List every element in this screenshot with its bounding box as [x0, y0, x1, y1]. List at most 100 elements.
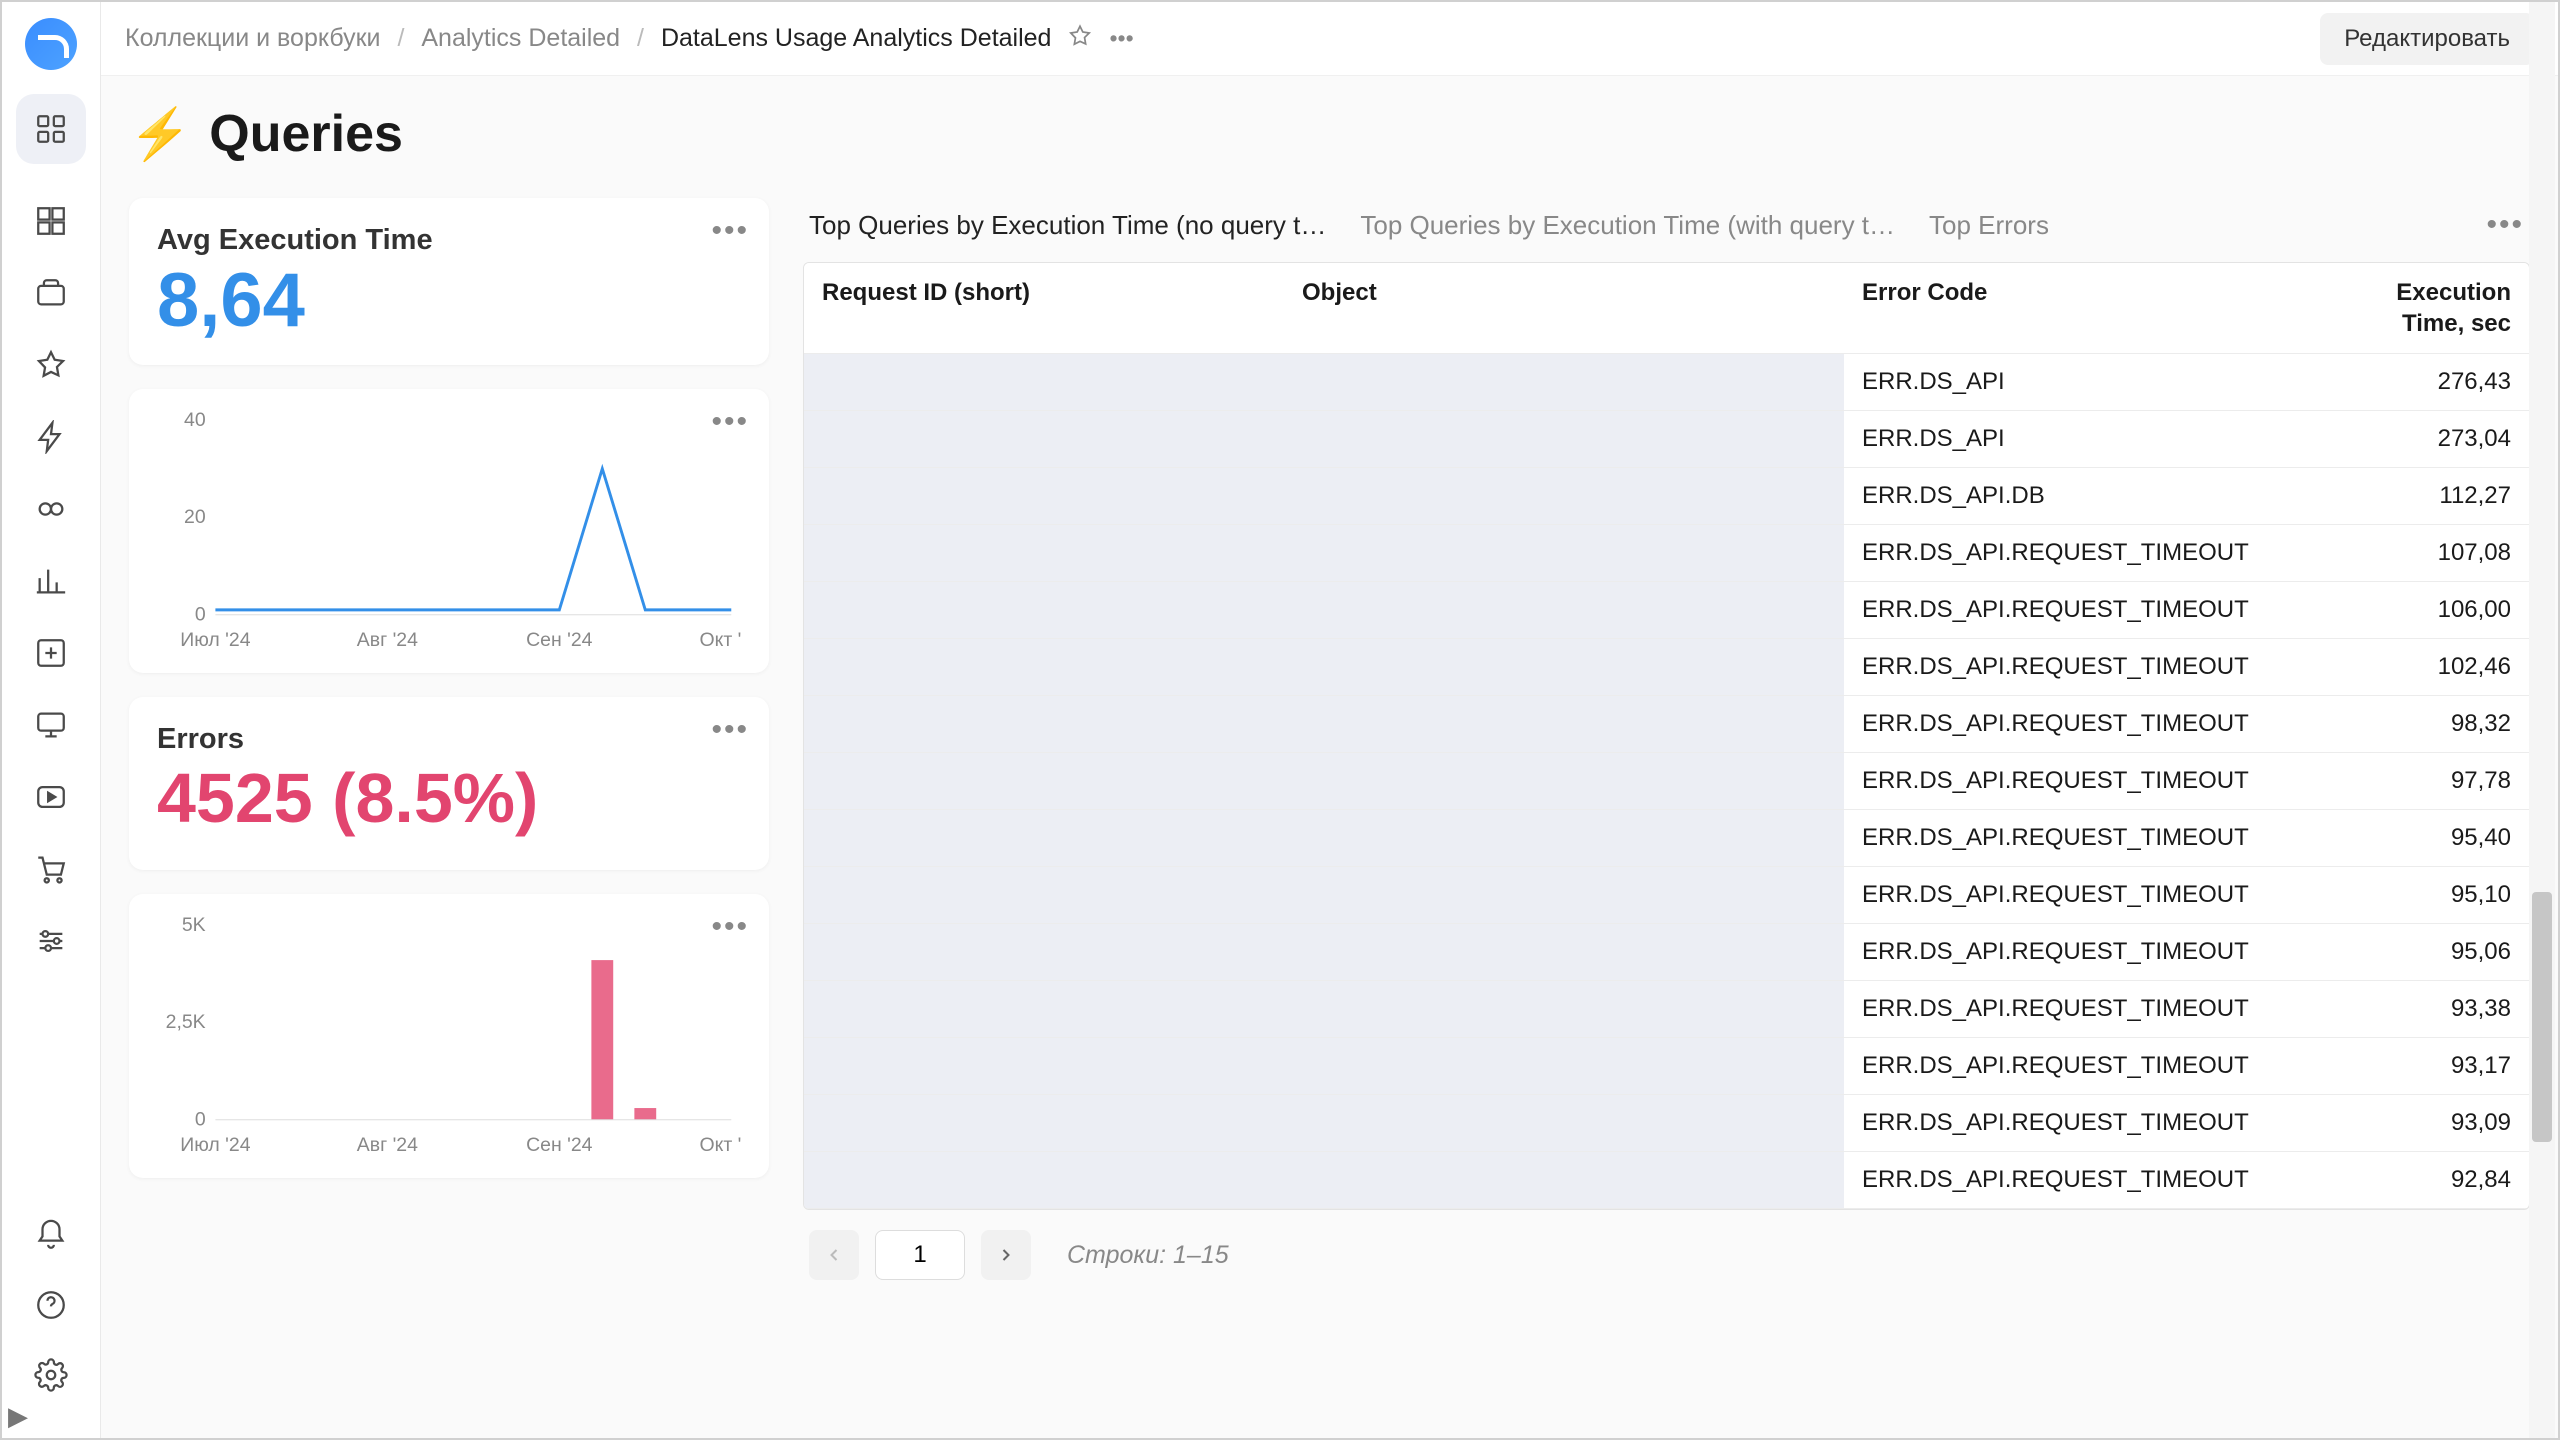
cell-exec-time: 95,06: [2339, 924, 2529, 981]
pager: Строки: 1–15: [803, 1210, 2530, 1280]
th-exec-time[interactable]: Execution Time, sec: [2339, 263, 2529, 354]
breadcrumb-mid[interactable]: Analytics Detailed: [421, 24, 620, 52]
nav-dashboards-icon[interactable]: [26, 196, 76, 246]
cell-error-code: ERR.DS_API.DB: [1844, 468, 2339, 525]
cell-error-code: ERR.DS_API.REQUEST_TIMEOUT: [1844, 924, 2339, 981]
table-row[interactable]: ERR.DS_API.REQUEST_TIMEOUT106,00: [804, 582, 2529, 639]
favorite-star-icon[interactable]: [1067, 23, 1093, 55]
cell-object: [1284, 696, 1844, 753]
cell-exec-time: 98,32: [2339, 696, 2529, 753]
cell-request-id: [804, 924, 1284, 981]
queries-table: Request ID (short) Object Error Code Exe…: [803, 262, 2530, 1210]
cell-object: [1284, 1038, 1844, 1095]
nav-collections-icon[interactable]: [26, 268, 76, 318]
nav-help-icon[interactable]: [26, 1280, 76, 1330]
cell-error-code: ERR.DS_API.REQUEST_TIMEOUT: [1844, 1038, 2339, 1095]
nav-queries-icon[interactable]: [26, 412, 76, 462]
svg-text:2,5K: 2,5K: [166, 1011, 206, 1033]
tab-top-queries-no-query[interactable]: Top Queries by Execution Time (no query …: [809, 210, 1326, 241]
cell-exec-time: 95,10: [2339, 867, 2529, 924]
cell-object: [1284, 867, 1844, 924]
th-object[interactable]: Object: [1284, 263, 1844, 354]
play-corner-icon[interactable]: ▶: [8, 1401, 28, 1432]
svg-text:20: 20: [184, 506, 206, 528]
svg-text:Окт '24: Окт '24: [700, 629, 741, 651]
tabs-more-icon[interactable]: •••: [2486, 208, 2524, 242]
pager-prev-button[interactable]: [809, 1230, 859, 1280]
cell-exec-time: 95,40: [2339, 810, 2529, 867]
svg-text:0: 0: [195, 1108, 206, 1130]
th-request-id[interactable]: Request ID (short): [804, 263, 1284, 354]
logo-icon[interactable]: [25, 18, 77, 70]
cell-error-code: ERR.DS_API.REQUEST_TIMEOUT: [1844, 867, 2339, 924]
pager-page-input[interactable]: [875, 1230, 965, 1280]
svg-text:40: 40: [184, 409, 206, 431]
nav-notifications-icon[interactable]: [26, 1210, 76, 1260]
line-chart-avg-exec: 02040Июл '24Авг '24Сен '24Окт '24: [157, 407, 741, 657]
cell-request-id: [804, 867, 1284, 924]
svg-text:Авг '24: Авг '24: [357, 629, 418, 651]
tab-top-queries-with-query[interactable]: Top Queries by Execution Time (with quer…: [1360, 210, 1895, 241]
table-row[interactable]: ERR.DS_API.REQUEST_TIMEOUT95,06: [804, 924, 2529, 981]
cell-object: [1284, 468, 1844, 525]
table-row[interactable]: ERR.DS_API.REQUEST_TIMEOUT93,17: [804, 1038, 2529, 1095]
cell-error-code: ERR.DS_API.REQUEST_TIMEOUT: [1844, 810, 2339, 867]
nav-cart-icon[interactable]: [26, 844, 76, 894]
table-row[interactable]: ERR.DS_API.REQUEST_TIMEOUT93,38: [804, 981, 2529, 1038]
tab-top-errors[interactable]: Top Errors: [1929, 210, 2049, 241]
table-row[interactable]: ERR.DS_API.REQUEST_TIMEOUT102,46: [804, 639, 2529, 696]
card-menu-icon[interactable]: •••: [711, 713, 749, 747]
table-row[interactable]: ERR.DS_API276,43: [804, 354, 2529, 411]
table-row[interactable]: ERR.DS_API.REQUEST_TIMEOUT107,08: [804, 525, 2529, 582]
svg-text:5K: 5K: [182, 913, 206, 935]
cell-request-id: [804, 981, 1284, 1038]
edit-button[interactable]: Редактировать: [2320, 13, 2534, 65]
cell-exec-time: 93,17: [2339, 1038, 2529, 1095]
table-row[interactable]: ERR.DS_API.REQUEST_TIMEOUT98,32: [804, 696, 2529, 753]
cell-object: [1284, 981, 1844, 1038]
table-row[interactable]: ERR.DS_API.REQUEST_TIMEOUT95,40: [804, 810, 2529, 867]
page-more-icon[interactable]: •••: [1109, 25, 1133, 52]
apps-menu-button[interactable]: [16, 94, 86, 164]
topbar: Коллекции и воркбуки / Analytics Detaile…: [101, 2, 2558, 76]
table-row[interactable]: ERR.DS_API.REQUEST_TIMEOUT95,10: [804, 867, 2529, 924]
cell-exec-time: 276,43: [2339, 354, 2529, 411]
nav-charts-icon[interactable]: [26, 556, 76, 606]
table-row[interactable]: ERR.DS_API.REQUEST_TIMEOUT92,84: [804, 1152, 2529, 1209]
nav-favorites-icon[interactable]: [26, 340, 76, 390]
cell-exec-time: 106,00: [2339, 582, 2529, 639]
cell-object: [1284, 1095, 1844, 1152]
nav-connections-icon[interactable]: [26, 484, 76, 534]
card-menu-icon[interactable]: •••: [711, 405, 749, 439]
table-row[interactable]: ERR.DS_API.REQUEST_TIMEOUT97,78: [804, 753, 2529, 810]
cell-object: [1284, 639, 1844, 696]
breadcrumb: Коллекции и воркбуки / Analytics Detaile…: [125, 24, 1051, 53]
breadcrumb-current: DataLens Usage Analytics Detailed: [661, 24, 1052, 52]
table-row[interactable]: ERR.DS_API.REQUEST_TIMEOUT93,09: [804, 1095, 2529, 1152]
th-error-code[interactable]: Error Code: [1844, 263, 2339, 354]
page-title: Queries: [209, 104, 403, 164]
table-row[interactable]: ERR.DS_API.DB112,27: [804, 468, 2529, 525]
cell-exec-time: 93,09: [2339, 1095, 2529, 1152]
pager-next-button[interactable]: [981, 1230, 1031, 1280]
cell-error-code: ERR.DS_API: [1844, 411, 2339, 468]
scrollbar-thumb[interactable]: [2532, 892, 2552, 1142]
cell-request-id: [804, 468, 1284, 525]
svg-text:Июл '24: Июл '24: [180, 629, 250, 651]
nav-settings-icon[interactable]: [26, 1350, 76, 1400]
vertical-scrollbar[interactable]: [2529, 2, 2555, 1438]
cell-error-code: ERR.DS_API.REQUEST_TIMEOUT: [1844, 981, 2339, 1038]
nav-sliders-icon[interactable]: [26, 916, 76, 966]
cell-error-code: ERR.DS_API.REQUEST_TIMEOUT: [1844, 1095, 2339, 1152]
nav-monitor-icon[interactable]: [26, 700, 76, 750]
cell-request-id: [804, 354, 1284, 411]
card-menu-icon[interactable]: •••: [711, 910, 749, 944]
table-row[interactable]: ERR.DS_API273,04: [804, 411, 2529, 468]
nav-widgets-icon[interactable]: [26, 628, 76, 678]
card-menu-icon[interactable]: •••: [711, 214, 749, 248]
cell-exec-time: 92,84: [2339, 1152, 2529, 1209]
breadcrumb-root[interactable]: Коллекции и воркбуки: [125, 24, 381, 52]
svg-text:Окт '24: Окт '24: [700, 1133, 741, 1155]
nav-media-icon[interactable]: [26, 772, 76, 822]
svg-text:Авг '24: Авг '24: [357, 1133, 418, 1155]
